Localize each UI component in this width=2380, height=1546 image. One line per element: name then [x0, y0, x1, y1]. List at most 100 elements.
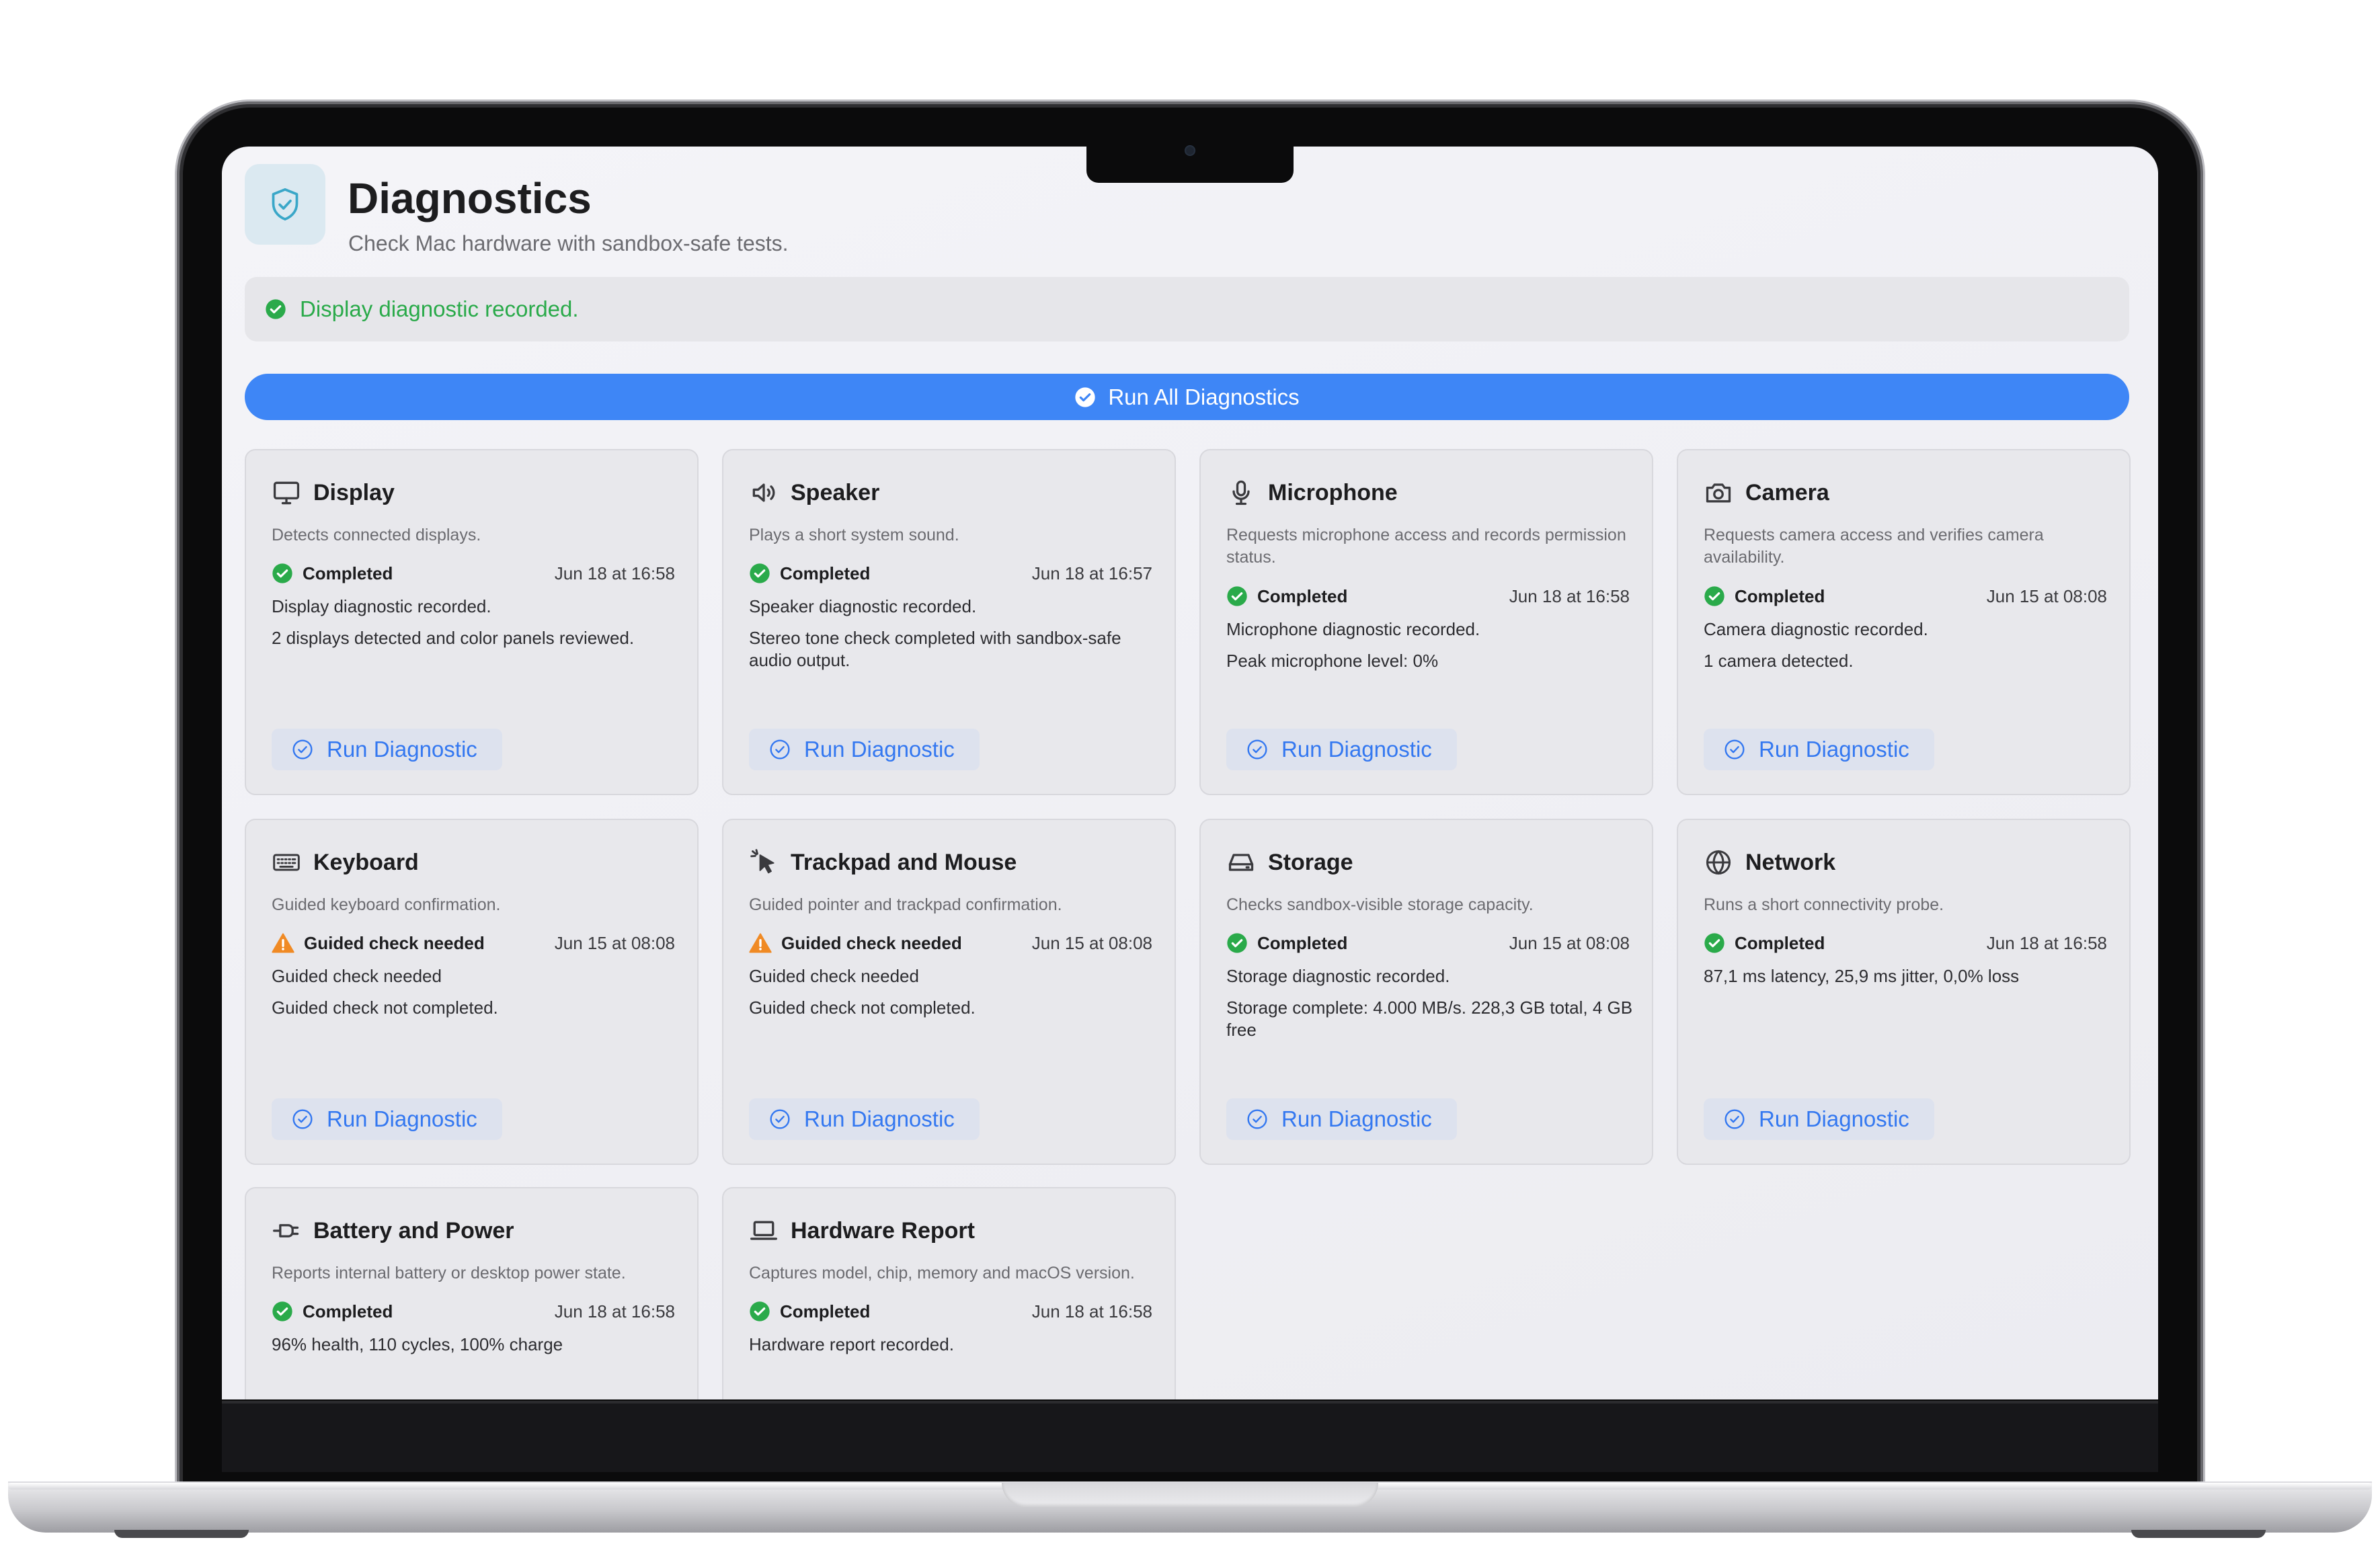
run-diagnostic-button[interactable]: Run Diagnostic: [1226, 1098, 1457, 1140]
status-timestamp: Jun 15 at 08:08: [1509, 932, 1630, 953]
card-title: Hardware Report: [791, 1217, 975, 1244]
run-diagnostic-button[interactable]: Run Diagnostic: [1226, 729, 1457, 770]
card-header: Battery and Power: [272, 1214, 514, 1248]
check-circle-icon: [1724, 739, 1745, 760]
card-network: Network Runs a short connectivity probe. C…: [1677, 819, 2131, 1165]
card-battery-and-power: Battery and Power Reports internal batter…: [245, 1187, 699, 1399]
card-speaker: Speaker Plays a short system sound. Comple…: [722, 449, 1176, 795]
status-row: Completed Jun 18 at 16:58: [749, 1300, 1152, 1323]
status-label: Completed: [1735, 932, 1825, 953]
status-label: Completed: [1735, 585, 1825, 606]
card-title: Microphone: [1268, 479, 1398, 505]
check-circle-icon: [1704, 585, 1725, 607]
result-line: Speaker diagnostic recorded.: [749, 596, 977, 616]
status-label: Completed: [303, 563, 393, 583]
status-timestamp: Jun 15 at 08:08: [554, 932, 675, 953]
check-circle-icon: [292, 1108, 313, 1130]
run-diagnostic-label: Run Diagnostic: [327, 1106, 477, 1131]
card-description: Requests camera access and verifies came…: [1704, 526, 2044, 567]
app-window: Diagnostics Check Mac hardware with sand…: [222, 147, 2158, 1399]
detail-line: Storage complete: 4.000 MB/s. 228,3 GB t…: [1226, 998, 1633, 1040]
run-diagnostic-label: Run Diagnostic: [804, 1106, 955, 1131]
detail-line: Guided check not completed.: [749, 998, 976, 1018]
status-timestamp: Jun 15 at 08:08: [1031, 932, 1152, 953]
result-line: Storage diagnostic recorded.: [1226, 966, 1450, 986]
check-circle-icon: [272, 1301, 293, 1322]
status-row: Completed Jun 15 at 08:08: [1704, 585, 2107, 608]
status-row: Completed Jun 15 at 08:08: [1226, 932, 1630, 954]
check-circle-icon: [749, 563, 770, 584]
detail-line: Guided check not completed.: [272, 998, 498, 1018]
shield-check-icon: [245, 164, 325, 245]
detail-line: Peak microphone level: 0%: [1226, 651, 1439, 671]
check-circle-icon: [1246, 1108, 1268, 1130]
card-title: Display: [313, 479, 395, 505]
pointer-icon: [749, 848, 779, 877]
card-header: Network: [1704, 846, 1835, 879]
card-header: Trackpad and Mouse: [749, 846, 1017, 879]
check-circle-icon: [1704, 932, 1725, 954]
card-header: Hardware Report: [749, 1214, 975, 1248]
laptop-foot: [2131, 1530, 2266, 1538]
card-keyboard: Keyboard Guided keyboard confirmation. Gui…: [245, 819, 699, 1165]
globe-icon: [1704, 848, 1733, 877]
result-line: Camera diagnostic recorded.: [1704, 619, 1928, 639]
status-label: Completed: [1257, 932, 1348, 953]
result-line: Microphone diagnostic recorded.: [1226, 619, 1480, 639]
check-circle-icon: [1226, 932, 1248, 954]
result-line: Display diagnostic recorded.: [272, 596, 491, 616]
status-row: Guided check needed Jun 15 at 08:08: [749, 932, 1152, 954]
result-line: 96% health, 110 cycles, 100% charge: [272, 1334, 563, 1354]
status-row: Guided check needed Jun 15 at 08:08: [272, 932, 675, 954]
card-title: Network: [1745, 849, 1836, 875]
check-circle-icon: [266, 299, 286, 319]
microphone-icon: [1226, 478, 1256, 507]
run-diagnostic-button[interactable]: Run Diagnostic: [1704, 1098, 1934, 1140]
status-label: Guided check needed: [781, 932, 962, 953]
status-timestamp: Jun 18 at 16:58: [1031, 1301, 1152, 1321]
status-timestamp: Jun 15 at 08:08: [1986, 585, 2107, 606]
warning-triangle-icon: [749, 932, 772, 954]
run-diagnostic-button[interactable]: Run Diagnostic: [272, 1098, 502, 1140]
run-diagnostic-label: Run Diagnostic: [1759, 737, 1909, 762]
storage-drive-icon: [1226, 848, 1256, 877]
run-all-diagnostics-button[interactable]: Run All Diagnostics: [245, 374, 2129, 420]
run-diagnostic-button[interactable]: Run Diagnostic: [749, 1098, 980, 1140]
page-subtitle: Check Mac hardware with sandbox-safe tes…: [348, 231, 789, 255]
card-description: Captures model, chip, memory and macOS v…: [749, 1264, 1135, 1283]
card-title: Trackpad and Mouse: [791, 849, 1017, 875]
card-description: Checks sandbox-visible storage capacity.: [1226, 895, 1534, 914]
page-title: Diagnostics: [348, 174, 592, 222]
status-label: Completed: [1257, 585, 1348, 606]
result-line: Guided check needed: [749, 966, 919, 986]
laptop-foot: [114, 1530, 249, 1538]
status-timestamp: Jun 18 at 16:58: [1509, 585, 1630, 606]
laptop-icon: [749, 1216, 779, 1246]
check-circle-icon: [1075, 386, 1096, 407]
speaker-icon: [749, 478, 779, 507]
card-camera: Camera Requests camera access and verifie…: [1677, 449, 2131, 795]
laptop-chin: [222, 1401, 2158, 1472]
status-timestamp: Jun 18 at 16:57: [1031, 563, 1152, 583]
card-hardware-report: Hardware Report Captures model, chip, mem…: [722, 1187, 1176, 1399]
card-description: Reports internal battery or desktop powe…: [272, 1264, 626, 1283]
status-timestamp: Jun 18 at 16:58: [1986, 932, 2107, 953]
card-header: Speaker: [749, 476, 879, 510]
check-circle-icon: [1724, 1108, 1745, 1130]
display-icon: [272, 478, 301, 507]
card-trackpad-and-mouse: Trackpad and Mouse Guided pointer and tra…: [722, 819, 1176, 1165]
run-diagnostic-button[interactable]: Run Diagnostic: [749, 729, 980, 770]
detail-line: 2 displays detected and color panels rev…: [272, 628, 635, 648]
result-line: Hardware report recorded.: [749, 1334, 954, 1354]
status-row: Completed Jun 18 at 16:58: [1226, 585, 1630, 608]
card-description: Detects connected displays.: [272, 526, 481, 544]
status-timestamp: Jun 18 at 16:58: [554, 563, 675, 583]
warning-triangle-icon: [272, 932, 294, 954]
run-diagnostic-button[interactable]: Run Diagnostic: [1704, 729, 1934, 770]
banner-text: Display diagnostic recorded.: [300, 296, 579, 321]
card-title: Keyboard: [313, 849, 419, 875]
card-microphone: Microphone Requests microphone access and…: [1199, 449, 1653, 795]
detail-line: 1 camera detected.: [1704, 651, 1854, 671]
card-description: Requests microphone access and records p…: [1226, 526, 1626, 567]
run-diagnostic-button[interactable]: Run Diagnostic: [272, 729, 502, 770]
